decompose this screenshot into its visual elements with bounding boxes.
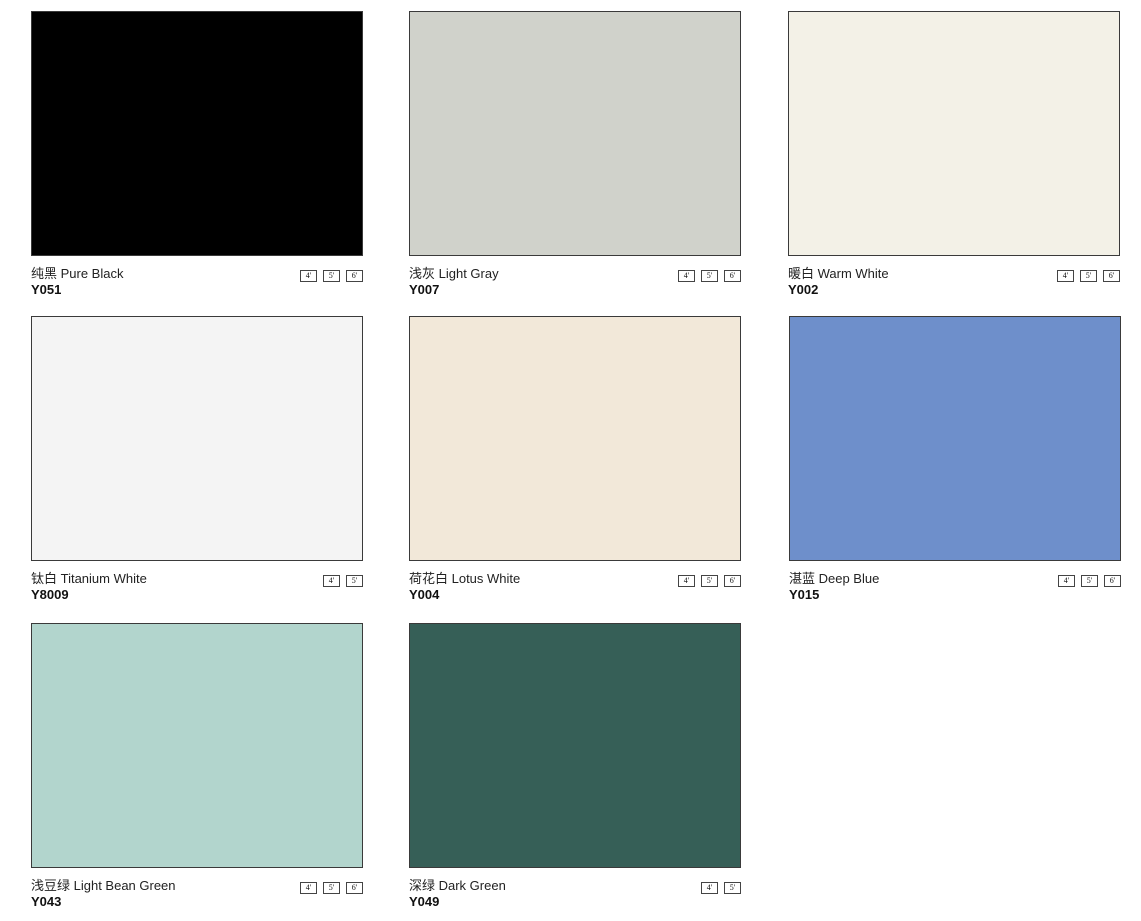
size-option[interactable]: 6' [346, 882, 363, 894]
size-option[interactable]: 6' [1103, 270, 1120, 282]
size-option[interactable]: 4' [701, 882, 718, 894]
color-swatch [31, 623, 363, 868]
color-swatch [31, 11, 363, 256]
size-option[interactable]: 4' [323, 575, 340, 587]
size-options: 4' 5' 6' [300, 270, 363, 282]
swatch-card-lotus-white[interactable]: 荷花白 Lotus White Y004 4' 5' 6' [409, 316, 741, 607]
size-option[interactable]: 5' [323, 882, 340, 894]
size-option[interactable]: 5' [1081, 575, 1098, 587]
color-code: Y051 [31, 282, 62, 297]
color-name: 深绿 Dark Green [409, 878, 506, 893]
color-code: Y015 [789, 587, 820, 602]
size-options: 4' 5' 6' [1058, 575, 1121, 587]
size-options: 4' 5' [701, 882, 741, 894]
size-option[interactable]: 6' [346, 270, 363, 282]
size-option[interactable]: 4' [1057, 270, 1074, 282]
size-options: 4' 5' [323, 575, 363, 587]
swatch-label: 浅灰 Light Gray Y007 4' 5' 6' [409, 266, 741, 302]
size-option[interactable]: 5' [701, 270, 718, 282]
size-options: 4' 5' 6' [300, 882, 363, 894]
swatch-label: 纯黑 Pure Black Y051 4' 5' 6' [31, 266, 363, 302]
size-option[interactable]: 5' [724, 882, 741, 894]
size-option[interactable]: 4' [678, 575, 695, 587]
swatch-card-deep-blue[interactable]: 湛蓝 Deep Blue Y015 4' 5' 6' [789, 316, 1121, 607]
swatch-card-pure-black[interactable]: 纯黑 Pure Black Y051 4' 5' 6' [31, 11, 363, 302]
color-code: Y007 [409, 282, 440, 297]
color-swatch [789, 316, 1121, 561]
size-option[interactable]: 4' [300, 270, 317, 282]
swatch-label: 浅豆绿 Light Bean Green Y043 4' 5' 6' [31, 878, 363, 914]
swatch-label: 湛蓝 Deep Blue Y015 4' 5' 6' [789, 571, 1121, 607]
swatch-card-light-gray[interactable]: 浅灰 Light Gray Y007 4' 5' 6' [409, 11, 741, 302]
size-options: 4' 5' 6' [678, 575, 741, 587]
color-code: Y004 [409, 587, 440, 602]
swatch-label: 深绿 Dark Green Y049 4' 5' [409, 878, 741, 914]
swatch-card-titanium-white[interactable]: 钛白 Titanium White Y8009 4' 5' [31, 316, 363, 607]
color-swatch [788, 11, 1120, 256]
color-swatch [31, 316, 363, 561]
color-swatch [409, 316, 741, 561]
swatch-card-light-bean-green[interactable]: 浅豆绿 Light Bean Green Y043 4' 5' 6' [31, 623, 363, 914]
size-options: 4' 5' 6' [1057, 270, 1120, 282]
swatch-label: 荷花白 Lotus White Y004 4' 5' 6' [409, 571, 741, 607]
size-option[interactable]: 6' [724, 575, 741, 587]
size-option[interactable]: 4' [1058, 575, 1075, 587]
color-code: Y002 [788, 282, 819, 297]
swatch-card-dark-green[interactable]: 深绿 Dark Green Y049 4' 5' [409, 623, 741, 914]
size-option[interactable]: 6' [724, 270, 741, 282]
color-name: 钛白 Titanium White [31, 571, 147, 586]
size-option[interactable]: 5' [1080, 270, 1097, 282]
size-option[interactable]: 5' [323, 270, 340, 282]
color-swatch [409, 11, 741, 256]
color-swatch [409, 623, 741, 868]
size-option[interactable]: 5' [701, 575, 718, 587]
size-options: 4' 5' 6' [678, 270, 741, 282]
color-code: Y8009 [31, 587, 69, 602]
swatch-label: 暖白 Warm White Y002 4' 5' 6' [788, 266, 1120, 302]
color-code: Y043 [31, 894, 62, 909]
swatch-card-warm-white[interactable]: 暖白 Warm White Y002 4' 5' 6' [788, 11, 1120, 302]
color-code: Y049 [409, 894, 440, 909]
size-option[interactable]: 5' [346, 575, 363, 587]
size-option[interactable]: 4' [678, 270, 695, 282]
swatch-label: 钛白 Titanium White Y8009 4' 5' [31, 571, 363, 607]
size-option[interactable]: 6' [1104, 575, 1121, 587]
size-option[interactable]: 4' [300, 882, 317, 894]
